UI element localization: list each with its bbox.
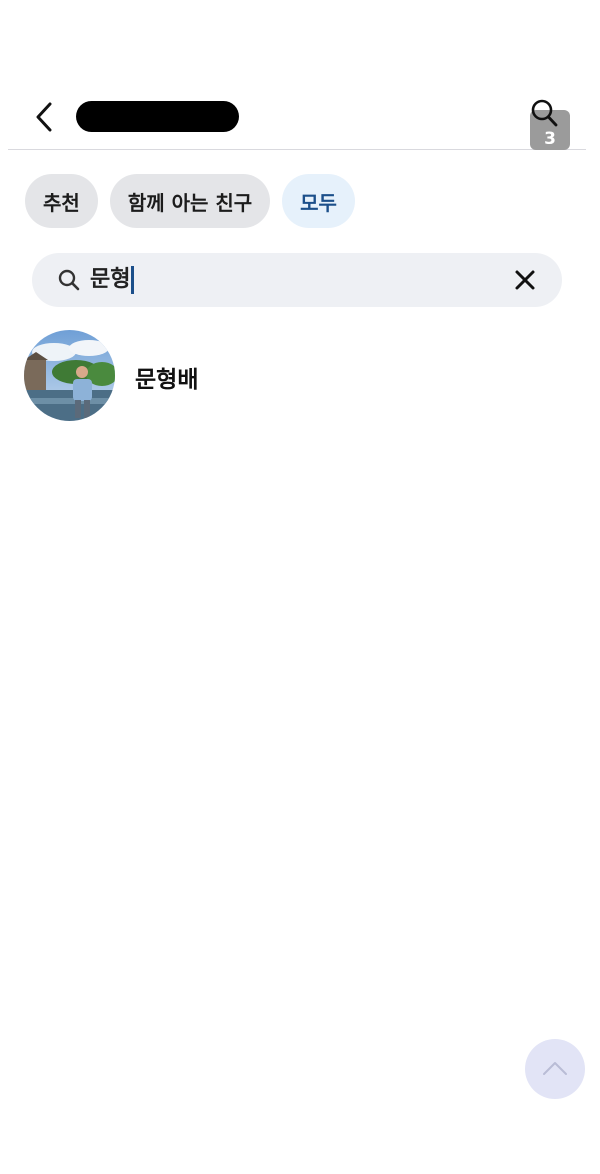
search-icon bbox=[58, 269, 80, 291]
search-query-wrap: 문형 bbox=[90, 264, 135, 296]
filter-tabs: 추천 함께 아는 친구 모두 bbox=[25, 174, 355, 228]
chevron-left-icon bbox=[36, 102, 52, 132]
result-name: 문형배 bbox=[135, 367, 199, 393]
search-button[interactable] bbox=[530, 98, 558, 128]
search-icon bbox=[531, 99, 558, 127]
list-item[interactable]: 문형배 bbox=[24, 330, 564, 422]
profile-photo bbox=[24, 330, 115, 421]
scroll-to-top-button[interactable] bbox=[525, 1039, 585, 1099]
people-search-screen: 3 추천 함께 아는 친구 모두 문형 문형배 bbox=[0, 0, 600, 1174]
back-button[interactable] bbox=[32, 100, 56, 134]
tab-recommended[interactable]: 추천 bbox=[25, 174, 98, 228]
search-input[interactable]: 문형 bbox=[32, 253, 562, 307]
search-query: 문형 bbox=[90, 267, 131, 292]
text-cursor bbox=[131, 266, 135, 294]
page-title-redacted bbox=[76, 101, 239, 132]
avatar[interactable] bbox=[24, 330, 115, 421]
tab-all[interactable]: 모두 bbox=[282, 174, 355, 228]
close-icon[interactable] bbox=[514, 269, 536, 291]
top-bar: 3 bbox=[8, 88, 586, 150]
tab-mutual-friends[interactable]: 함께 아는 친구 bbox=[109, 174, 271, 228]
chevron-up-icon bbox=[543, 1062, 567, 1075]
